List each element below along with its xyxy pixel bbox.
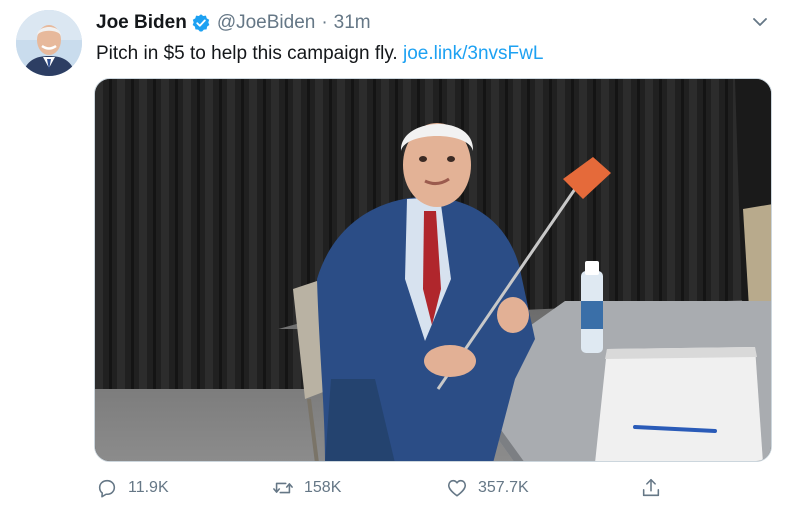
tweet-card[interactable]: Joe Biden @JoeBiden · 31m Pitch in $5 to… [0, 0, 786, 508]
tweet-actions: 11.9K 158K 357.7K [94, 476, 774, 500]
reply-icon [98, 479, 116, 498]
retweet-button[interactable]: 158K [272, 476, 341, 500]
reply-count: 11.9K [128, 479, 169, 496]
tweet-header: Joe Biden @JoeBiden · 31m [96, 11, 371, 35]
verified-badge-icon [191, 13, 211, 33]
tweet-link[interactable]: joe.link/3nvsFwL [403, 43, 543, 64]
like-button[interactable]: 357.7K [446, 476, 529, 500]
tweet-body: Pitch in $5 to help this campaign fly. [96, 43, 403, 64]
retweet-icon [273, 482, 293, 494]
share-button[interactable] [640, 476, 662, 500]
tweet-timestamp[interactable]: 31m [334, 12, 371, 34]
author-handle[interactable]: @JoeBiden [217, 12, 316, 34]
more-options-chevron-down-icon[interactable] [750, 12, 770, 32]
author-name[interactable]: Joe Biden [96, 12, 187, 34]
share-icon [642, 478, 660, 497]
tweet-photo[interactable] [94, 78, 772, 462]
reply-button[interactable]: 11.9K [96, 476, 169, 500]
like-count: 357.7K [478, 479, 529, 496]
avatar[interactable] [16, 10, 82, 76]
tweet-text: Pitch in $5 to help this campaign fly. j… [96, 42, 543, 66]
heart-icon [447, 479, 467, 497]
separator-dot: · [321, 12, 328, 33]
retweet-count: 158K [304, 479, 342, 496]
